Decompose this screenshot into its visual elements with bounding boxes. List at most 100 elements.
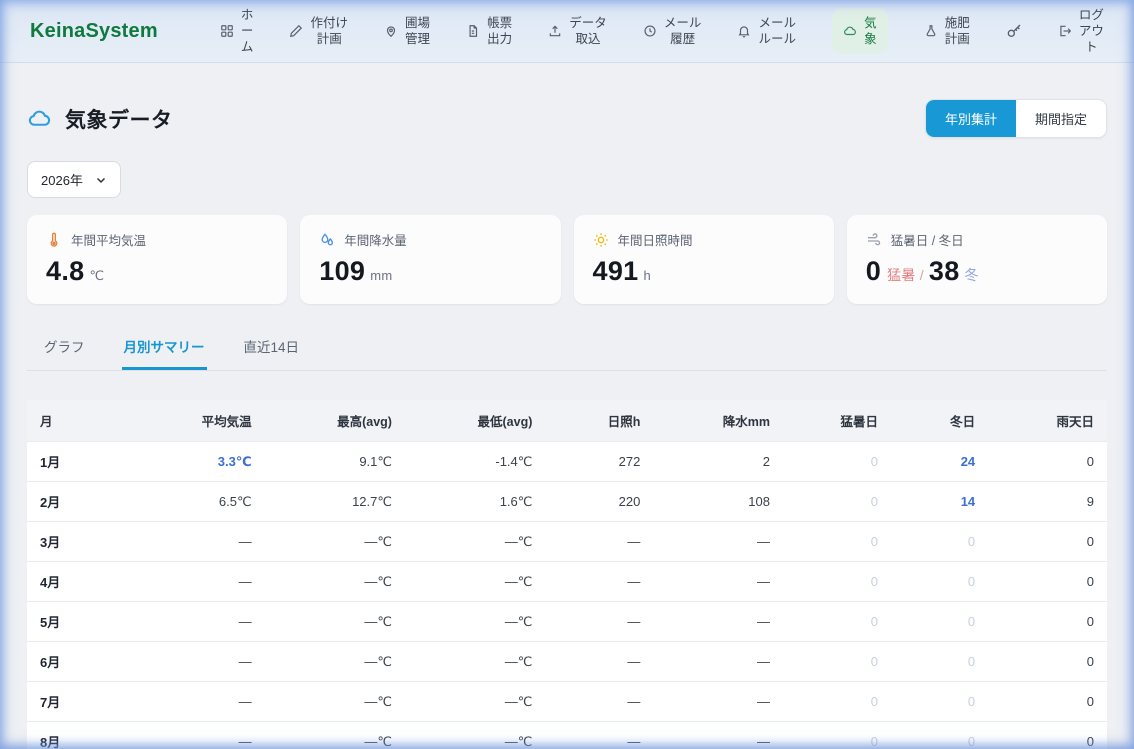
nav-item-planting-plan[interactable]: 作付け 計画	[289, 15, 348, 48]
cell-hot-days: 0	[783, 642, 891, 682]
logout-icon	[1058, 24, 1072, 38]
cell-avg-temp: —	[135, 642, 265, 682]
cell-rainy-days: 0	[988, 562, 1107, 602]
nav-item-label: データ 取込	[569, 15, 607, 48]
winter-days-value: 38	[929, 256, 960, 286]
nav-item-home[interactable]: ホ ー ム	[220, 7, 254, 56]
card-label: 年間日照時間	[618, 230, 693, 249]
cell-min-avg: —℃	[405, 522, 545, 562]
table-header-row: 月 平均気温 最高(avg) 最低(avg) 日照h 降水mm 猛暑日 冬日 雨…	[27, 400, 1107, 442]
cell-max-avg: 9.1℃	[265, 442, 405, 482]
cell-min-avg: —℃	[405, 642, 545, 682]
weather-cloud-icon	[27, 106, 52, 131]
main-nav: ホ ー ム 作付け 計画 圃場 管理 帳票 出力 データ 取込	[220, 7, 1104, 56]
tab-graph[interactable]: グラフ	[42, 330, 87, 370]
cell-precipitation: —	[653, 682, 783, 722]
card-value: 4.8	[46, 256, 84, 286]
cell-rainy-days: 0	[988, 642, 1107, 682]
cell-avg-temp: —	[135, 602, 265, 642]
cell-precipitation: 2	[653, 442, 783, 482]
nav-item-label: ホ ー ム	[241, 7, 254, 56]
header-avg-temp: 平均気温	[135, 400, 265, 442]
flask-icon	[924, 24, 938, 38]
droplets-icon	[319, 232, 335, 248]
cell-hot-days: 0	[783, 522, 891, 562]
nav-item-mail-history[interactable]: メール 履歴	[643, 15, 702, 48]
cell-precipitation: —	[653, 562, 783, 602]
cell-sunshine: 220	[545, 482, 653, 522]
cell-min-avg: -1.4℃	[405, 442, 545, 482]
cell-winter-days: 0	[891, 602, 988, 642]
header-rainy-days: 雨天日	[988, 400, 1107, 442]
table-row: 3月——℃—℃——000	[27, 522, 1107, 562]
cell-hot-days: 0	[783, 722, 891, 749]
sun-icon	[593, 232, 609, 248]
cell-avg-temp: —	[135, 682, 265, 722]
nav-item-label: ログ アウ ト	[1079, 7, 1104, 56]
nav-item-field-management[interactable]: 圃場 管理	[384, 15, 430, 48]
key-button[interactable]	[1006, 23, 1022, 39]
card-hot-winter-days: 猛暑日 / 冬日 0猛暑/38冬	[847, 215, 1107, 304]
nav-item-label: 作付け 計画	[310, 15, 348, 48]
cell-min-avg: —℃	[405, 682, 545, 722]
card-annual-sunshine: 年間日照時間 491h	[574, 215, 834, 304]
cell-avg-temp: —	[135, 722, 265, 749]
brand-logo[interactable]: KeinaSystem	[30, 20, 158, 43]
header-month: 月	[27, 400, 135, 442]
nav-item-label: メール 履歴	[664, 15, 702, 48]
cell-rainy-days: 9	[988, 482, 1107, 522]
winter-days-label: 冬	[965, 267, 979, 283]
chevron-down-icon	[95, 174, 107, 186]
nav-item-fertilizer-plan[interactable]: 施肥 計画	[924, 15, 970, 48]
cell-max-avg: —℃	[265, 562, 405, 602]
pencil-icon	[289, 24, 303, 38]
table-body: 1月3.3℃9.1℃-1.4℃272202402月6.5℃12.7℃1.6℃22…	[27, 442, 1107, 749]
document-icon	[466, 24, 480, 38]
card-value: 491	[593, 256, 639, 286]
table-row: 6月——℃—℃——000	[27, 642, 1107, 682]
card-label: 年間降水量	[344, 230, 407, 249]
tab-recent-14-days[interactable]: 直近14日	[242, 330, 302, 370]
cell-winter-days: 14	[891, 482, 988, 522]
upload-icon	[548, 24, 562, 38]
cell-avg-temp: 3.3℃	[135, 442, 265, 482]
top-nav: KeinaSystem ホ ー ム 作付け 計画 圃場 管理 帳票 出力	[0, 0, 1134, 63]
nav-item-report-output[interactable]: 帳票 出力	[466, 15, 512, 48]
card-unit: ℃	[89, 268, 104, 283]
cell-precipitation: 108	[653, 482, 783, 522]
nav-item-label: 気 象	[864, 15, 877, 48]
cell-min-avg: —℃	[405, 722, 545, 749]
nav-item-label: 圃場 管理	[405, 15, 430, 48]
cloud-icon	[843, 24, 857, 38]
cell-winter-days: 0	[891, 722, 988, 749]
nav-item-weather[interactable]: 気 象	[832, 8, 888, 55]
cell-winter-days: 0	[891, 682, 988, 722]
cell-month: 3月	[27, 522, 135, 562]
period-select-button[interactable]: 期間指定	[1016, 100, 1106, 137]
cell-max-avg: —℃	[265, 682, 405, 722]
cell-winter-days: 0	[891, 562, 988, 602]
logout-button[interactable]: ログ アウ ト	[1058, 7, 1104, 56]
header-precipitation: 降水mm	[653, 400, 783, 442]
page-title: 気象データ	[65, 104, 173, 134]
nav-item-data-import[interactable]: データ 取込	[548, 15, 607, 48]
year-select[interactable]: 2026年	[27, 161, 121, 198]
cell-month: 6月	[27, 642, 135, 682]
cell-avg-temp: —	[135, 562, 265, 602]
view-toggle: 年別集計 期間指定	[925, 99, 1107, 138]
card-annual-avg-temp: 年間平均気温 4.8℃	[27, 215, 287, 304]
history-clock-icon	[643, 24, 657, 38]
tab-monthly-summary[interactable]: 月別サマリー	[122, 330, 207, 370]
nav-item-label: メール ルール	[758, 15, 796, 48]
cell-precipitation: —	[653, 522, 783, 562]
cell-rainy-days: 0	[988, 682, 1107, 722]
yearly-summary-button[interactable]: 年別集計	[926, 100, 1016, 137]
nav-item-mail-rules[interactable]: メール ルール	[737, 15, 796, 48]
cell-precipitation: —	[653, 722, 783, 749]
cell-min-avg: —℃	[405, 562, 545, 602]
monthly-summary-table: 月 平均気温 最高(avg) 最低(avg) 日照h 降水mm 猛暑日 冬日 雨…	[27, 400, 1107, 749]
cell-avg-temp: —	[135, 522, 265, 562]
header-max-avg: 最高(avg)	[265, 400, 405, 442]
cell-max-avg: —℃	[265, 642, 405, 682]
value-separator: /	[920, 267, 924, 283]
